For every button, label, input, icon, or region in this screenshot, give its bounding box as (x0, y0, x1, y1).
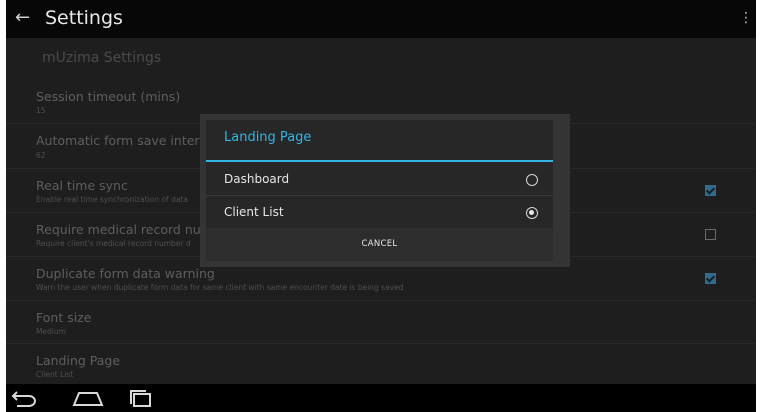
settings-category-header: mUzima Settings (42, 50, 162, 66)
option-label: Dashboard (224, 172, 290, 186)
duplicate-warning-checkbox[interactable] (705, 273, 716, 284)
option-client-list[interactable]: Client List (206, 197, 553, 229)
radio-unchecked-icon[interactable] (526, 174, 538, 186)
arrow-left-icon[interactable]: ← (15, 7, 30, 29)
setting-title: Landing Page (36, 353, 121, 368)
page-title: Settings (45, 7, 123, 29)
require-mrn-checkbox[interactable] (705, 229, 716, 240)
option-dashboard[interactable]: Dashboard (206, 164, 553, 196)
dialog-title: Landing Page (224, 130, 312, 145)
setting-font-size[interactable]: Font size Medium (6, 301, 756, 344)
setting-title: Font size (36, 310, 92, 325)
cancel-label: CANCEL (361, 239, 398, 249)
setting-summary: 15 (36, 106, 46, 115)
real-time-sync-checkbox[interactable] (705, 185, 716, 196)
setting-summary: Medium (36, 327, 66, 336)
setting-title: Duplicate form data warning (36, 266, 215, 281)
nav-back-icon[interactable] (11, 388, 37, 408)
radio-checked-icon[interactable] (526, 207, 538, 219)
system-nav-bar (6, 384, 756, 412)
cancel-button[interactable]: CANCEL (206, 228, 553, 261)
option-label: Client List (224, 205, 284, 219)
action-bar: ← Settings ⋮ (6, 0, 756, 38)
setting-summary: Enable real time synchronization of data (36, 195, 188, 204)
nav-recents-icon[interactable] (128, 388, 152, 408)
setting-summary: Require client's medical record number d (36, 239, 191, 248)
setting-landing-page[interactable]: Landing Page Client List (6, 344, 756, 384)
setting-summary: 62 (36, 151, 46, 160)
nav-home-icon[interactable] (72, 389, 104, 407)
setting-title: Real time sync (36, 178, 128, 193)
setting-summary: Client List (36, 370, 74, 379)
dialog-title-divider (206, 160, 553, 162)
overflow-menu-icon[interactable]: ⋮ (739, 9, 753, 27)
setting-title: Session timeout (mins) (36, 89, 181, 104)
landing-page-dialog: Landing Page Dashboard Client List CANCE… (206, 120, 553, 261)
setting-summary: Warn the user when duplicate form data f… (36, 283, 404, 292)
